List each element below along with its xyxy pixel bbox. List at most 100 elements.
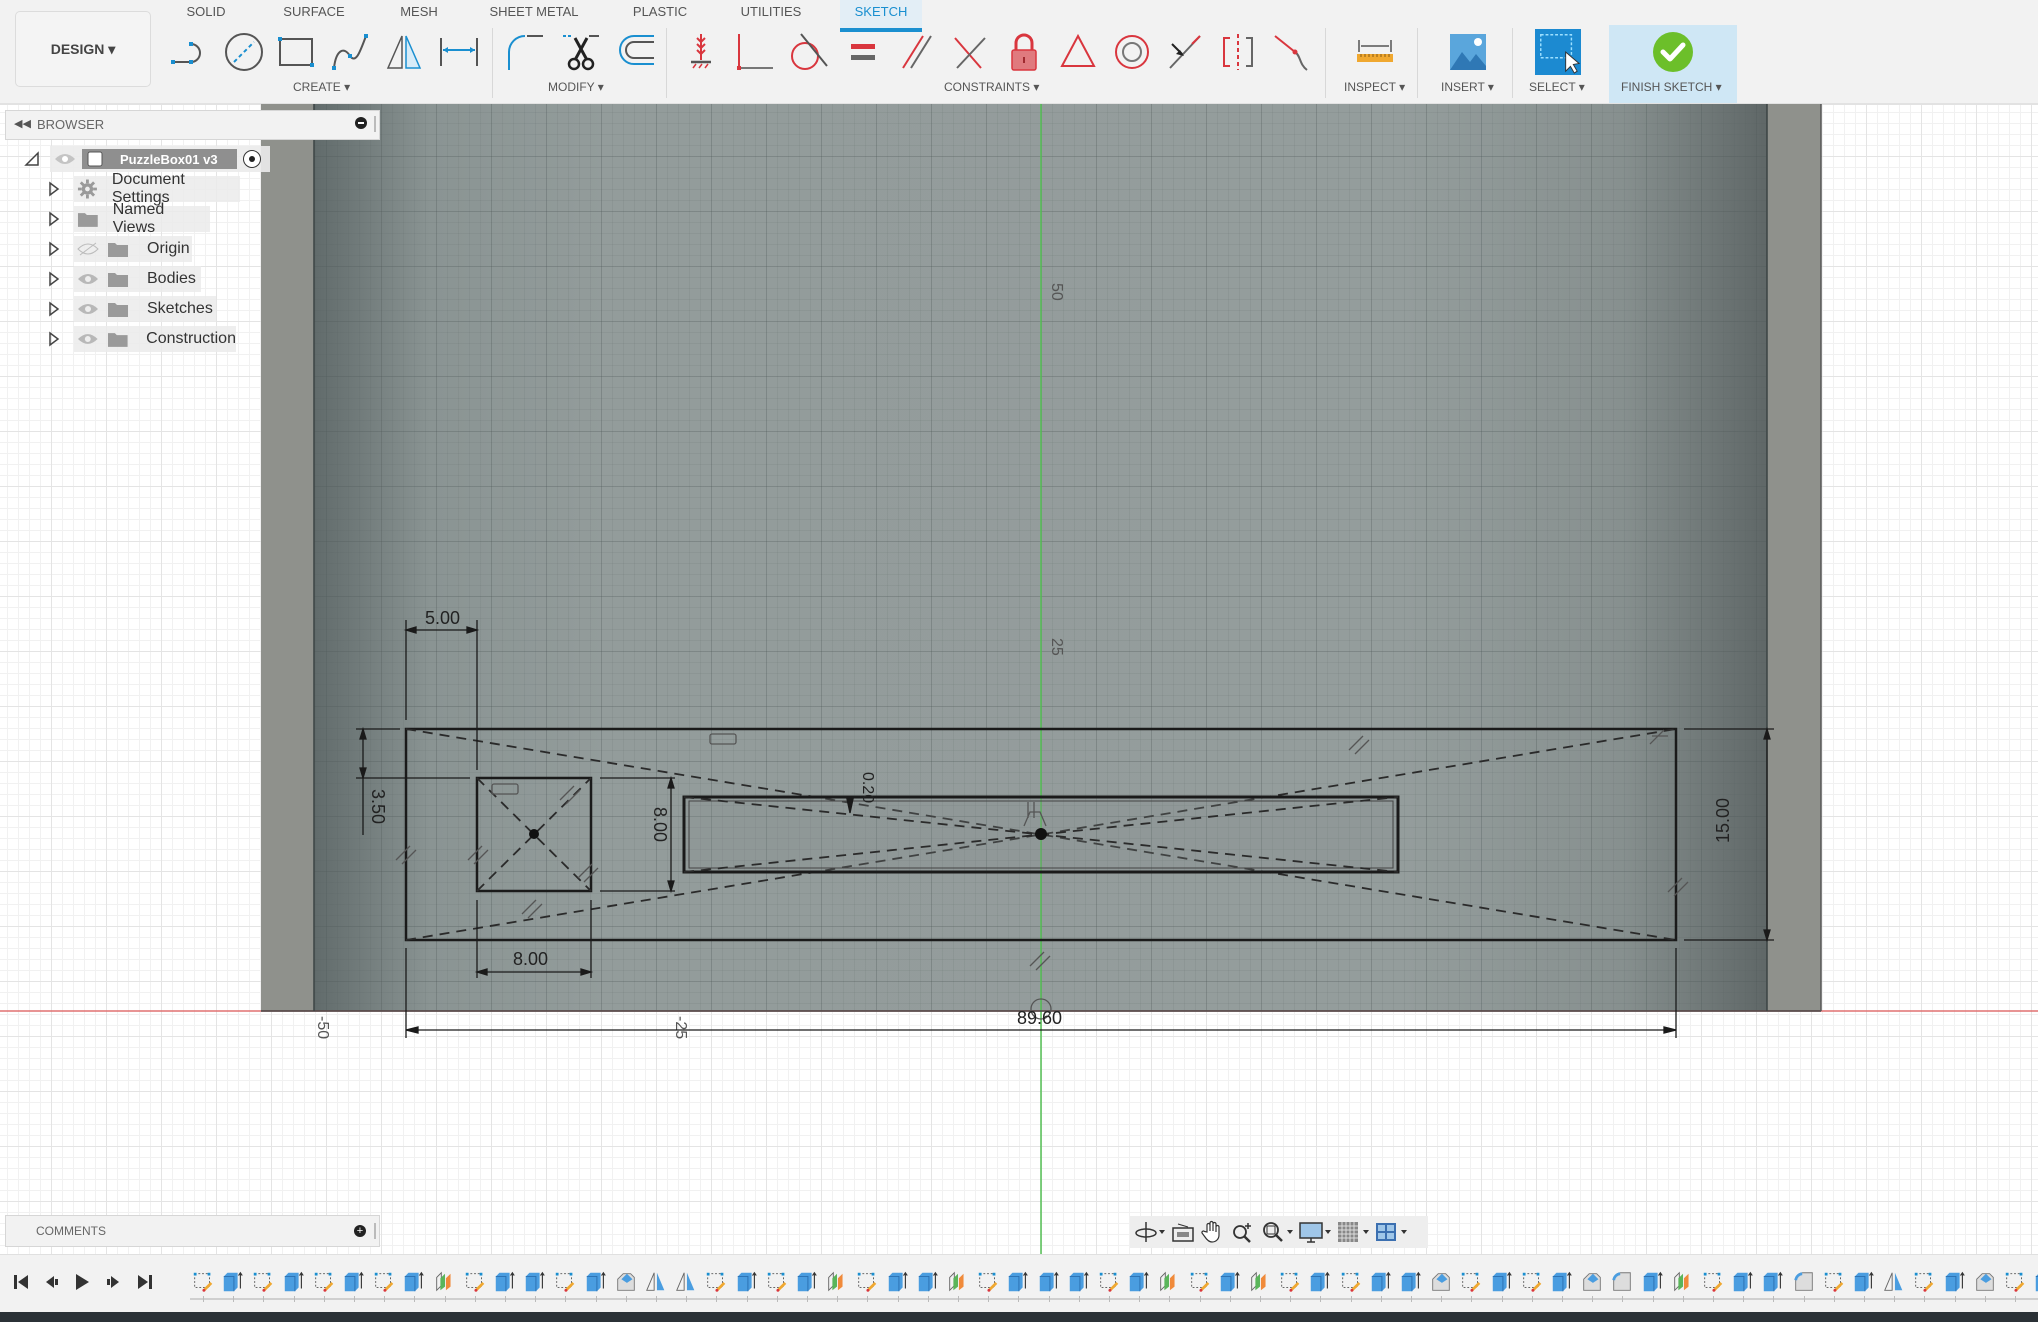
- look-at-button[interactable]: [1170, 1218, 1196, 1246]
- parallel-constraint-icon[interactable]: [577, 863, 599, 883]
- timeline-feature-sketch[interactable]: [1338, 1270, 1364, 1294]
- dimension-slot-gap[interactable]: 0.20: [859, 772, 876, 803]
- timeline-feature-extrude[interactable]: [1730, 1270, 1756, 1294]
- horizontal-constraint-icon[interactable]: [709, 733, 737, 745]
- timeline-feature-sketch[interactable]: [1458, 1270, 1484, 1294]
- parallel-constraint-icon[interactable]: [1667, 877, 1689, 897]
- timeline-track[interactable]: [190, 1298, 2038, 1300]
- timeline-feature-mirror[interactable]: [643, 1270, 669, 1294]
- parallel-constraint-icon[interactable]: [559, 785, 581, 805]
- timeline-feature-sketch[interactable]: [1519, 1270, 1545, 1294]
- timeline-feature-sketch[interactable]: [552, 1270, 578, 1294]
- timeline-feature-extrude[interactable]: [1307, 1270, 1333, 1294]
- timeline-feature-extrude[interactable]: [583, 1270, 609, 1294]
- timeline-feature-sketch[interactable]: [764, 1270, 790, 1294]
- timeline-feature-sketch[interactable]: [190, 1270, 216, 1294]
- expand-arrow[interactable]: [48, 267, 60, 291]
- timeline-feature-sketch[interactable]: [703, 1270, 729, 1294]
- timeline-feature-fillet[interactable]: [1791, 1270, 1817, 1294]
- timeline-feature-extrude[interactable]: [885, 1270, 911, 1294]
- timeline-feature-sketch[interactable]: [1187, 1270, 1213, 1294]
- collapse-browser-icon[interactable]: ◀◀: [14, 117, 31, 130]
- pan-button[interactable]: [1200, 1218, 1226, 1246]
- timeline-feature-chamfer[interactable]: [1428, 1270, 1454, 1294]
- grid-settings-button[interactable]: [1336, 1218, 1370, 1246]
- timeline-feature-sketch[interactable]: [975, 1270, 1001, 1294]
- timeline-feature-extrude[interactable]: [401, 1270, 427, 1294]
- eye-icon[interactable]: [77, 272, 99, 286]
- timeline-feature-split[interactable]: [432, 1270, 458, 1294]
- timeline-feature-fillet[interactable]: [1609, 1270, 1635, 1294]
- timeline-feature-extrude[interactable]: [1368, 1270, 1394, 1294]
- origin-center-point[interactable]: [1035, 828, 1047, 840]
- timeline-next-button[interactable]: [101, 1270, 125, 1294]
- display-settings-button[interactable]: [1298, 1218, 1332, 1246]
- expand-arrow[interactable]: [48, 177, 60, 201]
- timeline-feature-sketch[interactable]: [371, 1270, 397, 1294]
- browser-item-origin[interactable]: Origin: [74, 236, 192, 262]
- viewports-button[interactable]: [1374, 1218, 1408, 1246]
- timeline-feature-sketch[interactable]: [1096, 1270, 1122, 1294]
- timeline-feature-split[interactable]: [1247, 1270, 1273, 1294]
- dimension-square-height[interactable]: 8.00: [650, 807, 670, 842]
- horizontal-constraint-icon[interactable]: [491, 783, 519, 795]
- timeline-feature-split[interactable]: [945, 1270, 971, 1294]
- timeline-feature-extrude[interactable]: [1066, 1270, 1092, 1294]
- expand-arrow-icon[interactable]: [48, 211, 60, 227]
- comments-resize-handle[interactable]: [374, 1223, 376, 1239]
- dimension-left-offset[interactable]: 5.00: [425, 608, 460, 628]
- expand-arrow[interactable]: [48, 297, 60, 321]
- timeline-feature-mirror[interactable]: [1881, 1270, 1907, 1294]
- timeline-feature-extrude[interactable]: [1005, 1270, 1031, 1294]
- timeline-feature-chamfer[interactable]: [1972, 1270, 1998, 1294]
- expand-arrow-icon[interactable]: [48, 331, 60, 347]
- timeline-feature-extrude[interactable]: [2032, 1270, 2038, 1294]
- timeline-feature-extrude[interactable]: [794, 1270, 820, 1294]
- timeline-feature-chamfer[interactable]: [613, 1270, 639, 1294]
- square-center-point[interactable]: [529, 829, 539, 839]
- expand-arrow[interactable]: [48, 207, 60, 231]
- expand-arrow-icon[interactable]: [48, 271, 60, 287]
- timeline-feature-sketch[interactable]: [250, 1270, 276, 1294]
- timeline-feature-extrude[interactable]: [220, 1270, 246, 1294]
- timeline-feature-extrude[interactable]: [1036, 1270, 1062, 1294]
- orbit-button[interactable]: [1134, 1218, 1166, 1246]
- timeline-first-button[interactable]: [9, 1270, 33, 1294]
- eye-icon[interactable]: [77, 332, 99, 346]
- timeline-feature-extrude[interactable]: [1398, 1270, 1424, 1294]
- timeline-feature-extrude[interactable]: [1489, 1270, 1515, 1294]
- dimension-overall-height[interactable]: 15.00: [1713, 798, 1733, 843]
- zoom-window-button[interactable]: [1260, 1218, 1294, 1246]
- timeline-feature-extrude[interactable]: [1942, 1270, 1968, 1294]
- timeline-feature-sketch[interactable]: [1821, 1270, 1847, 1294]
- timeline-play-button[interactable]: [70, 1270, 94, 1294]
- timeline-feature-extrude[interactable]: [492, 1270, 518, 1294]
- timeline-feature-sketch[interactable]: [2002, 1270, 2028, 1294]
- expand-arrow-icon[interactable]: [48, 301, 60, 317]
- timeline-feature-chamfer[interactable]: [1579, 1270, 1605, 1294]
- expand-arrow-icon[interactable]: [48, 181, 60, 197]
- minimize-browser-icon[interactable]: [355, 117, 367, 129]
- timeline-feature-extrude[interactable]: [1760, 1270, 1786, 1294]
- parallel-constraint-icon[interactable]: [1029, 951, 1051, 971]
- timeline-feature-extrude[interactable]: [522, 1270, 548, 1294]
- browser-item-construction[interactable]: Construction: [74, 326, 236, 352]
- timeline-last-button[interactable]: [133, 1270, 157, 1294]
- timeline-feature-extrude[interactable]: [1217, 1270, 1243, 1294]
- timeline-feature-extrude[interactable]: [1851, 1270, 1877, 1294]
- timeline-feature-extrude[interactable]: [915, 1270, 941, 1294]
- timeline-feature-sketch[interactable]: [311, 1270, 337, 1294]
- expand-triangle-icon[interactable]: [24, 151, 40, 167]
- expand-arrow[interactable]: [48, 327, 60, 351]
- browser-root-row[interactable]: [24, 147, 40, 171]
- timeline-feature-sketch[interactable]: [1277, 1270, 1303, 1294]
- zoom-button[interactable]: [1230, 1218, 1256, 1246]
- browser-resize-handle[interactable]: [374, 116, 376, 132]
- eye-icon[interactable]: [54, 152, 76, 166]
- timeline-feature-split[interactable]: [1156, 1270, 1182, 1294]
- parallel-constraint-icon[interactable]: [1348, 735, 1370, 755]
- timeline-feature-extrude[interactable]: [1126, 1270, 1152, 1294]
- timeline-feature-extrude[interactable]: [341, 1270, 367, 1294]
- timeline-feature-extrude[interactable]: [281, 1270, 307, 1294]
- eye-icon[interactable]: [77, 302, 99, 316]
